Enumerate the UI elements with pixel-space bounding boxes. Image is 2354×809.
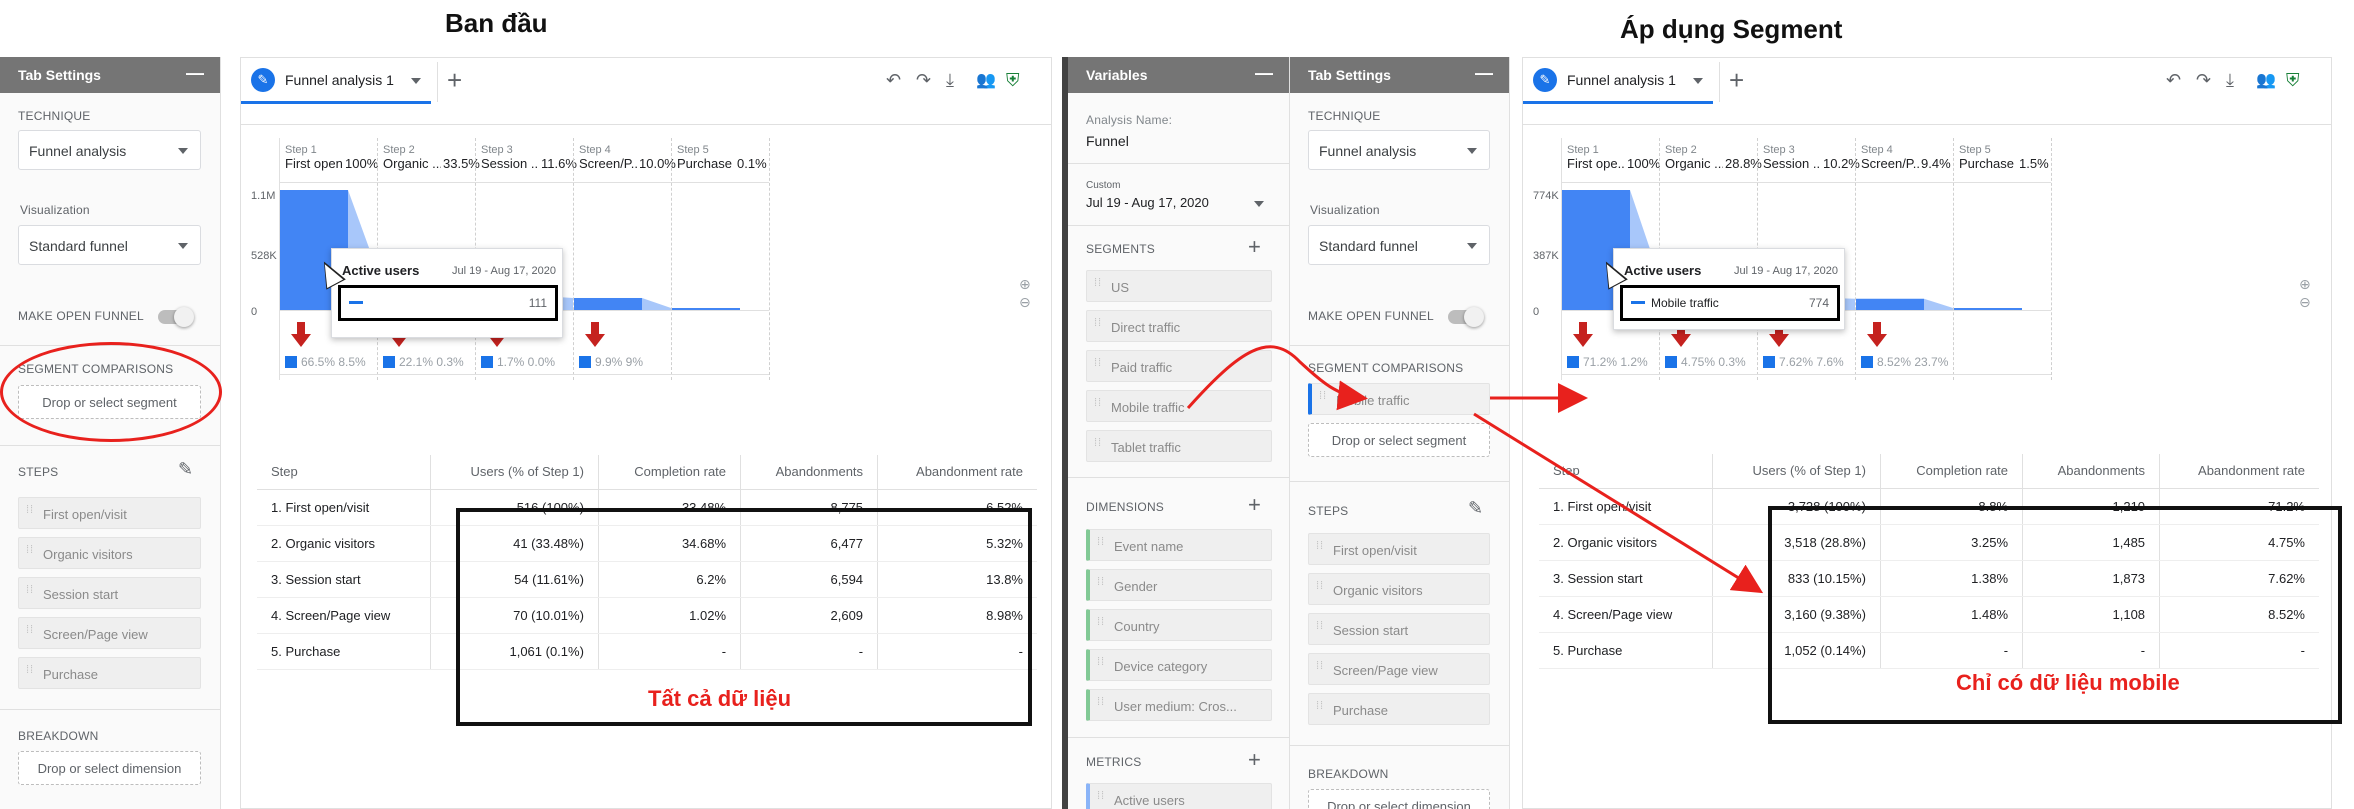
annotation-arrows (1186, 345, 1764, 594)
annotation-arrow (1473, 412, 1764, 594)
annotation-arrow (1186, 345, 1368, 411)
